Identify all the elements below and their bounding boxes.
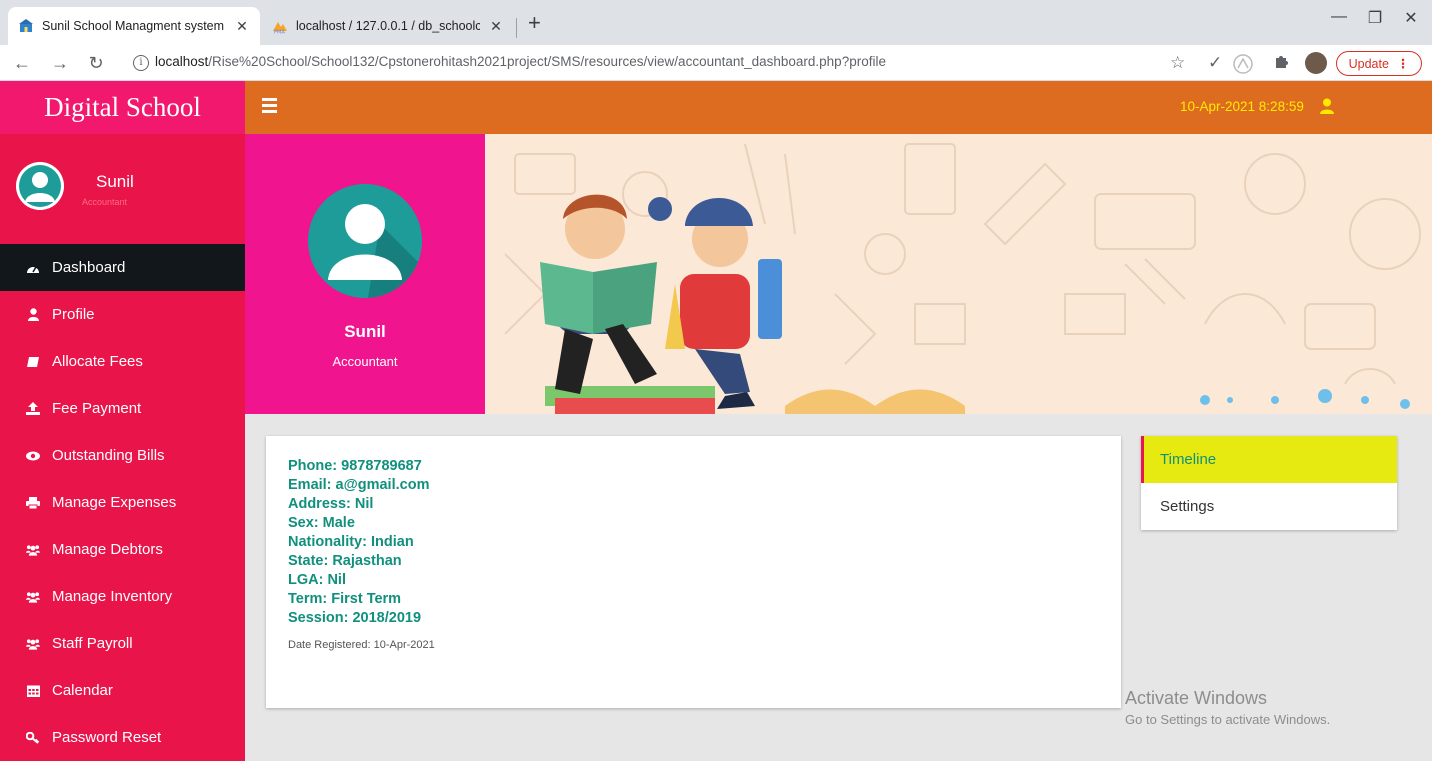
user-icon[interactable]	[1320, 98, 1334, 119]
sidebar-item-staff-payroll[interactable]: Staff Payroll	[0, 620, 245, 667]
users-icon	[26, 591, 40, 603]
close-tab-icon[interactable]: ✕	[488, 18, 504, 35]
detail-address: Address: Nil	[288, 496, 374, 512]
tab-timeline[interactable]: Timeline	[1141, 436, 1397, 483]
detail-lga: LGA: Nil	[288, 572, 346, 588]
profile-tabs: Timeline Settings	[1141, 436, 1397, 530]
activate-windows-watermark: Activate Windows Go to Settings to activ…	[1125, 688, 1331, 727]
update-button[interactable]: Update ⋮	[1336, 51, 1422, 76]
users-icon	[26, 638, 40, 650]
back-icon[interactable]: ←	[10, 52, 34, 74]
extension-icon[interactable]	[1232, 53, 1254, 80]
profile-role: Accountant	[332, 354, 398, 369]
close-window-icon[interactable]: ✕	[1388, 8, 1432, 28]
sidebar-item-password-reset[interactable]: Password Reset	[0, 714, 245, 761]
user-icon	[26, 308, 40, 321]
sidebar-item-dashboard[interactable]: Dashboard	[0, 244, 245, 291]
calendar-icon	[26, 684, 40, 697]
sidebar-user-role: Accountant	[82, 197, 128, 207]
users-icon	[26, 544, 40, 556]
eye-icon	[26, 451, 40, 461]
avatar	[308, 184, 422, 298]
puzzle-icon[interactable]	[1274, 53, 1290, 74]
detail-nationality: Nationality: Indian	[288, 534, 414, 550]
forward-icon[interactable]: →	[48, 52, 72, 74]
detail-state: State: Rajasthan	[288, 553, 402, 569]
address-bar: ← → ↻ i localhost/Rise%20School/School13…	[0, 45, 1432, 81]
avatar	[16, 162, 64, 210]
sidebar-item-manage-inventory[interactable]: Manage Inventory	[0, 573, 245, 620]
sidebar-item-calendar[interactable]: Calendar	[0, 667, 245, 714]
print-icon	[26, 496, 40, 509]
detail-sex: Sex: Male	[288, 515, 355, 531]
detail-session: Session: 2018/2019	[288, 610, 422, 626]
sidebar-user: Sunil Accountant	[0, 134, 245, 244]
more-icon: ⋮	[1396, 57, 1410, 71]
sidebar: Sunil Accountant Dashboard Profile Alloc…	[0, 134, 245, 761]
profile-details-card: Phone: 9878789687 Email: a@gmail.com Add…	[266, 436, 1121, 708]
check-extension-icon[interactable]: ✓	[1208, 53, 1222, 73]
tab-separator	[516, 18, 517, 38]
brand-logo[interactable]: Digital School	[0, 81, 245, 134]
sidebar-item-fee-payment[interactable]: Fee Payment	[0, 385, 245, 432]
sidebar-item-manage-debtors[interactable]: Manage Debtors	[0, 526, 245, 573]
close-tab-icon[interactable]: ✕	[234, 18, 250, 35]
sidebar-item-outstanding-bills[interactable]: Outstanding Bills	[0, 432, 245, 479]
menu-toggle-icon[interactable]	[262, 98, 277, 116]
browser-tab-bar: Sunil School Managment system ✕ PMA loca…	[0, 0, 1432, 45]
profile-name: Sunil	[344, 322, 386, 341]
new-tab-icon[interactable]: +	[528, 12, 541, 34]
bookmark-star-icon[interactable]: ☆	[1170, 53, 1185, 73]
upload-icon	[26, 402, 40, 415]
banner-illustration	[485, 134, 1432, 414]
phpmyadmin-icon: PMA	[272, 18, 288, 34]
detail-phone: Phone: 9878789687	[288, 458, 422, 474]
key-icon	[26, 731, 40, 744]
school-icon	[18, 18, 34, 34]
detail-term: Term: First Term	[288, 591, 402, 607]
info-icon[interactable]: i	[133, 55, 149, 71]
sidebar-item-profile[interactable]: Profile	[0, 291, 245, 338]
svg-text:PMA: PMA	[274, 30, 285, 35]
datetime: 10-Apr-2021 8:28:59	[1180, 99, 1304, 114]
tab-settings[interactable]: Settings	[1141, 483, 1397, 530]
detail-email: Email: a@gmail.com	[288, 477, 430, 493]
date-registered: Date Registered: 10-Apr-2021	[288, 639, 435, 651]
reload-icon[interactable]: ↻	[84, 52, 108, 74]
book-icon	[26, 356, 40, 368]
browser-tab-phpmyadmin[interactable]: PMA localhost / 127.0.0.1 / db_schoolc ✕	[262, 7, 514, 45]
top-bar: 10-Apr-2021 8:28:59	[245, 81, 1432, 134]
profile-avatar-icon[interactable]	[1305, 52, 1327, 74]
url-field[interactable]: localhost/Rise%20School/School132/Cpston…	[155, 54, 886, 69]
sidebar-item-allocate-fees[interactable]: Allocate Fees	[0, 338, 245, 385]
sidebar-item-manage-expenses[interactable]: Manage Expenses	[0, 479, 245, 526]
dashboard-icon	[26, 262, 40, 274]
profile-header-card: Sunil Accountant	[245, 134, 485, 414]
sidebar-user-name: Sunil	[96, 172, 134, 191]
browser-tab-sms[interactable]: Sunil School Managment system ✕	[8, 7, 260, 45]
